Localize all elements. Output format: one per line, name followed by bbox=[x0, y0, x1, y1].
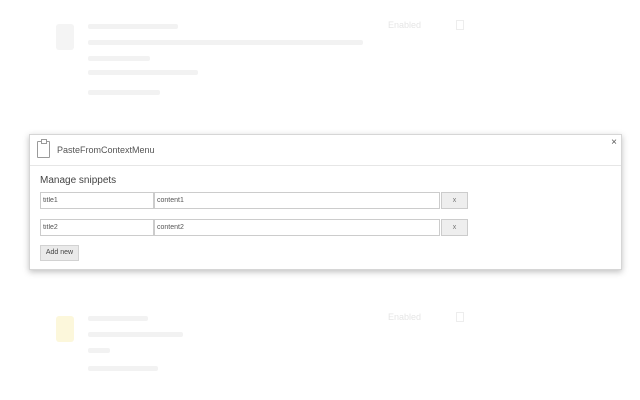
clipboard-icon bbox=[37, 139, 50, 158]
delete-snippet-button[interactable]: x bbox=[441, 219, 468, 236]
snippet-title-input[interactable] bbox=[40, 219, 154, 236]
delete-snippet-button[interactable]: x bbox=[441, 192, 468, 209]
snippet-content-input[interactable] bbox=[154, 219, 440, 236]
add-new-button[interactable]: Add new bbox=[40, 245, 79, 261]
options-dialog: PasteFromContextMenu × Manage snippets x… bbox=[29, 134, 622, 270]
dialog-title: PasteFromContextMenu bbox=[57, 145, 155, 155]
close-icon[interactable]: × bbox=[611, 137, 617, 148]
snippet-title-input[interactable] bbox=[40, 192, 154, 209]
snippet-content-input[interactable] bbox=[154, 192, 440, 209]
section-title: Manage snippets bbox=[40, 175, 117, 186]
dialog-header: PasteFromContextMenu × bbox=[30, 135, 621, 166]
